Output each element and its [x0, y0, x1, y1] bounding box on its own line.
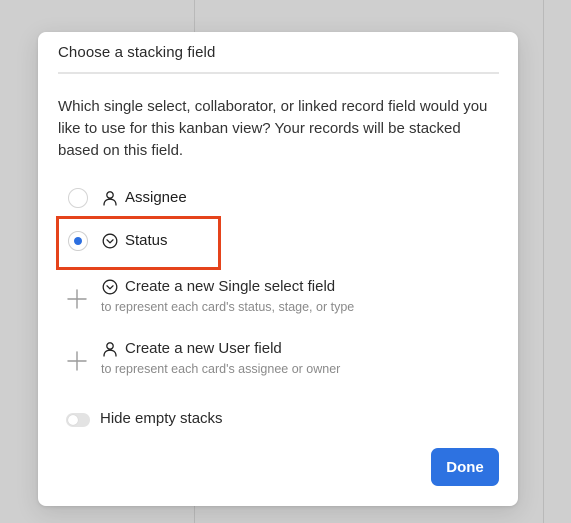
user-icon — [103, 191, 117, 206]
background-divider — [543, 0, 544, 523]
chevron-down-circle-icon — [102, 233, 118, 249]
stacking-field-dialog: Choose a stacking field Which single sel… — [38, 32, 518, 506]
create-user-field-option[interactable]: Create a new User field to represent eac… — [66, 338, 446, 384]
create-user-field-sublabel: to represent each card's assignee or own… — [101, 362, 341, 376]
option-assignee[interactable]: Assignee — [68, 188, 268, 212]
dialog-description: Which single select, collaborator, or li… — [58, 98, 488, 159]
done-button[interactable]: Done — [431, 448, 499, 486]
plus-icon — [67, 351, 87, 371]
radio-assignee[interactable] — [68, 188, 88, 208]
toggle-knob — [68, 415, 78, 425]
option-status[interactable]: Status — [68, 231, 248, 255]
hide-empty-stacks-label: Hide empty stacks — [100, 410, 223, 427]
hide-empty-stacks-toggle[interactable] — [66, 413, 90, 427]
option-label-status: Status — [125, 232, 168, 249]
chevron-down-circle-icon — [102, 279, 118, 295]
create-single-select-option[interactable]: Create a new Single select field to repr… — [66, 276, 446, 322]
user-icon — [103, 342, 117, 357]
dialog-title: Choose a stacking field — [58, 44, 216, 61]
create-single-select-sublabel: to represent each card's status, stage, … — [101, 300, 355, 314]
create-user-field-label: Create a new User field — [125, 340, 282, 357]
radio-status[interactable] — [68, 231, 88, 251]
create-single-select-label: Create a new Single select field — [125, 278, 336, 295]
plus-icon — [67, 289, 87, 309]
option-label-assignee: Assignee — [125, 189, 187, 206]
hide-empty-stacks-row: Hide empty stacks — [66, 410, 286, 430]
title-divider — [58, 72, 499, 74]
